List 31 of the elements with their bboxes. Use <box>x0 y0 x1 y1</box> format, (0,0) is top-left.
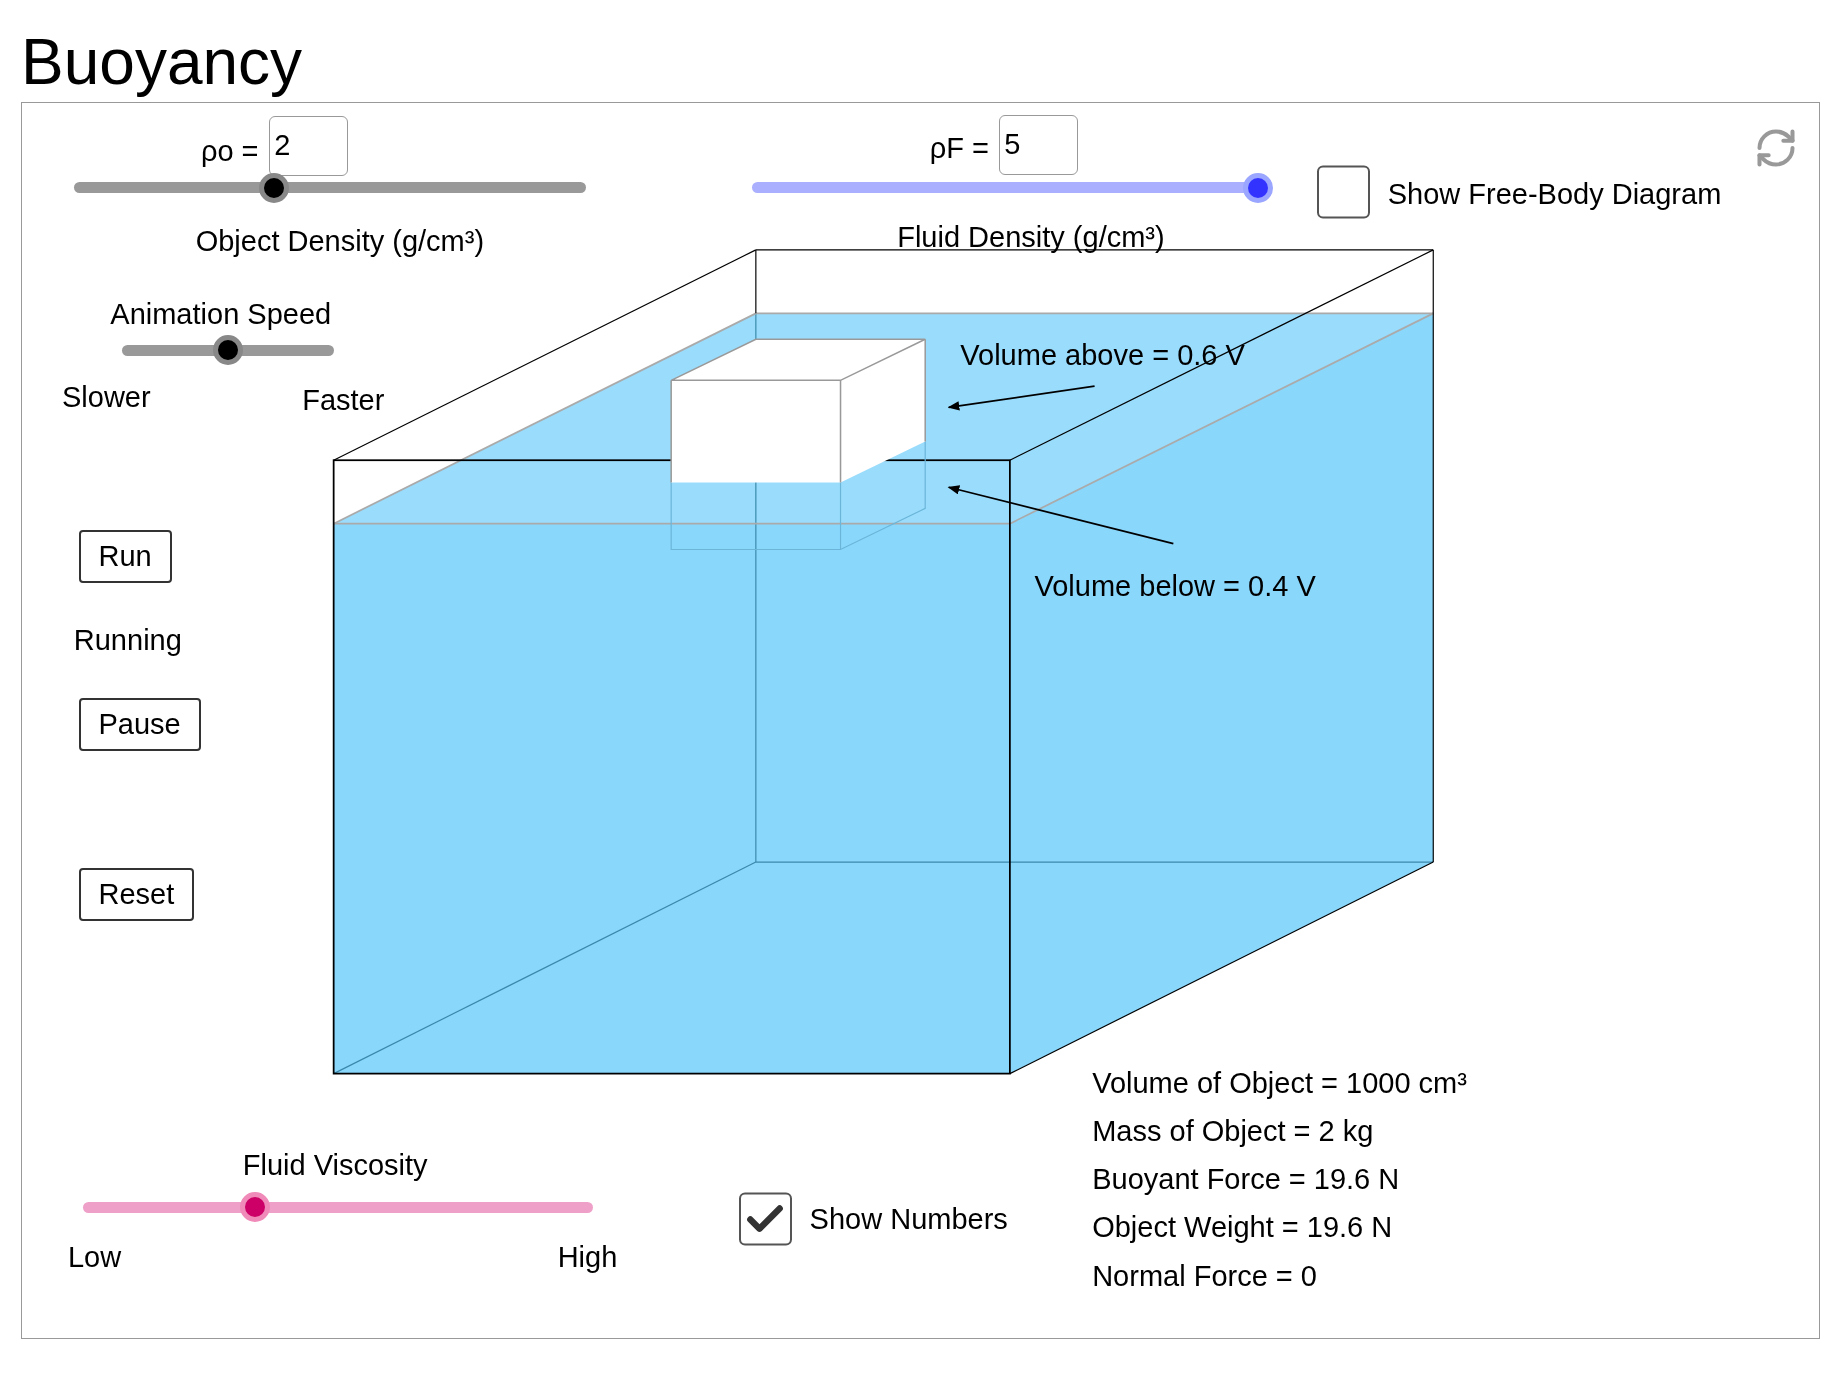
slider-label: Object Density (g/cm³) <box>195 223 485 259</box>
slider-thumb[interactable] <box>258 172 289 203</box>
readout-text: Volume of Object = 1000 cm³ <box>1092 1065 1467 1100</box>
slider-thumb[interactable] <box>213 335 243 366</box>
readout-text: Normal Force = 0 <box>1092 1258 1317 1293</box>
checkbox-label: Show Numbers <box>809 1201 1008 1237</box>
status-text: Running <box>73 622 182 658</box>
slider-max-label: Faster <box>302 382 385 418</box>
slider-min-label: Low <box>67 1239 122 1275</box>
slider-label: Fluid Viscosity <box>242 1147 428 1183</box>
checkbox-label: Show Free-Body Diagram <box>1387 176 1722 212</box>
density-symbol: ρF = <box>929 130 989 166</box>
slider-max-label: High <box>557 1239 618 1275</box>
button[interactable]: Pause <box>78 697 201 751</box>
checkbox[interactable] <box>1317 166 1370 219</box>
slider-thumb[interactable] <box>240 1192 270 1223</box>
readout-text: Buoyant Force = 19.6 N <box>1092 1161 1400 1197</box>
density-symbol: ρo = <box>200 133 259 169</box>
readout-text: Object Weight = 19.6 N <box>1092 1209 1393 1245</box>
slider-min-label: Slower <box>62 379 151 415</box>
checkbox[interactable] <box>738 1192 792 1246</box>
button[interactable]: Reset <box>78 868 195 922</box>
input-field[interactable]: 2 <box>269 115 349 176</box>
volume-label: Volume above = 0.6 V <box>960 337 1245 373</box>
readout-text: Mass of Object = 2 kg <box>1092 1113 1374 1149</box>
button[interactable]: Run <box>78 530 172 584</box>
input-field[interactable]: 5 <box>999 114 1078 175</box>
volume-label: Volume below = 0.4 V <box>1034 568 1316 604</box>
slider-label: Fluid Density (g/cm³) <box>897 219 1165 255</box>
slider-label: Animation Speed <box>110 296 332 332</box>
slider-thumb[interactable] <box>1243 172 1274 203</box>
